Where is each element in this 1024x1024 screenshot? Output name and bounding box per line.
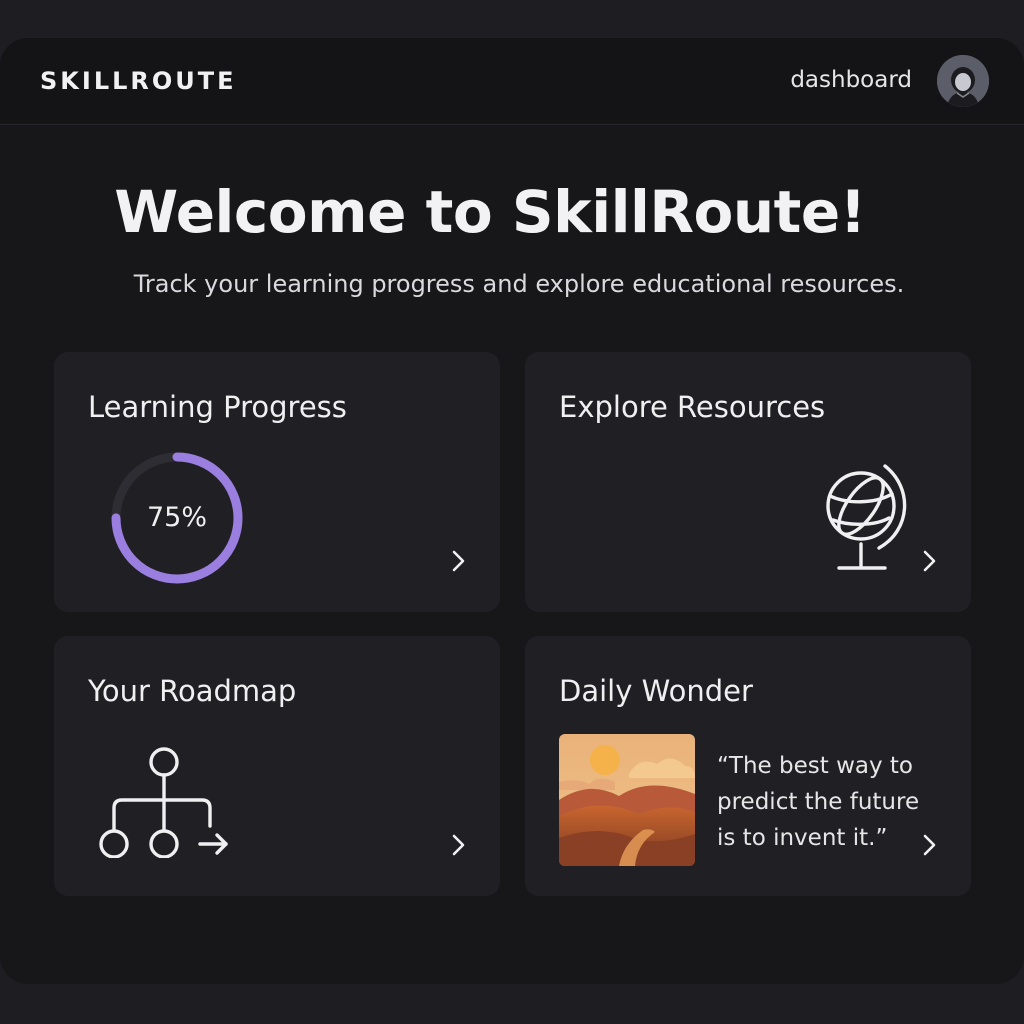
daily-quote: “The best way to predict the future is t… [717,753,920,851]
explore-resources-card[interactable]: Explore Resources [525,352,971,612]
roadmap-card[interactable]: Your Roadmap [54,636,500,896]
roadmap-tree-icon [99,747,228,858]
brand-logo-text[interactable]: SKILLROUTE [40,67,237,95]
progress-percentage: 75% [146,502,207,533]
chevron-right-icon[interactable] [919,832,939,858]
sunset-landscape-image [559,734,695,866]
dashboard-link[interactable]: dashboard [790,67,912,93]
page-title: Welcome to SkillRoute! [114,178,866,246]
app-window: SKILLROUTE dashboard Welcome to SkillRou… [0,38,1024,984]
chevron-right-icon[interactable] [448,832,468,858]
chevron-right-icon[interactable] [919,548,939,574]
card-title: Explore Resources [559,390,826,424]
daily-wonder-card[interactable]: Daily Wonder “The best way to predict th… [525,636,971,896]
chevron-right-icon[interactable] [448,548,468,574]
top-navigation-bar: SKILLROUTE dashboard [0,38,1024,125]
page-subtitle: Track your learning progress and explore… [133,270,905,298]
user-avatar-icon[interactable] [937,55,989,107]
card-title: Your Roadmap [88,674,297,708]
learning-progress-card[interactable]: Learning Progress 75% [54,352,500,612]
card-title: Daily Wonder [559,674,753,708]
globe-icon [826,464,907,570]
card-title: Learning Progress [88,390,347,424]
